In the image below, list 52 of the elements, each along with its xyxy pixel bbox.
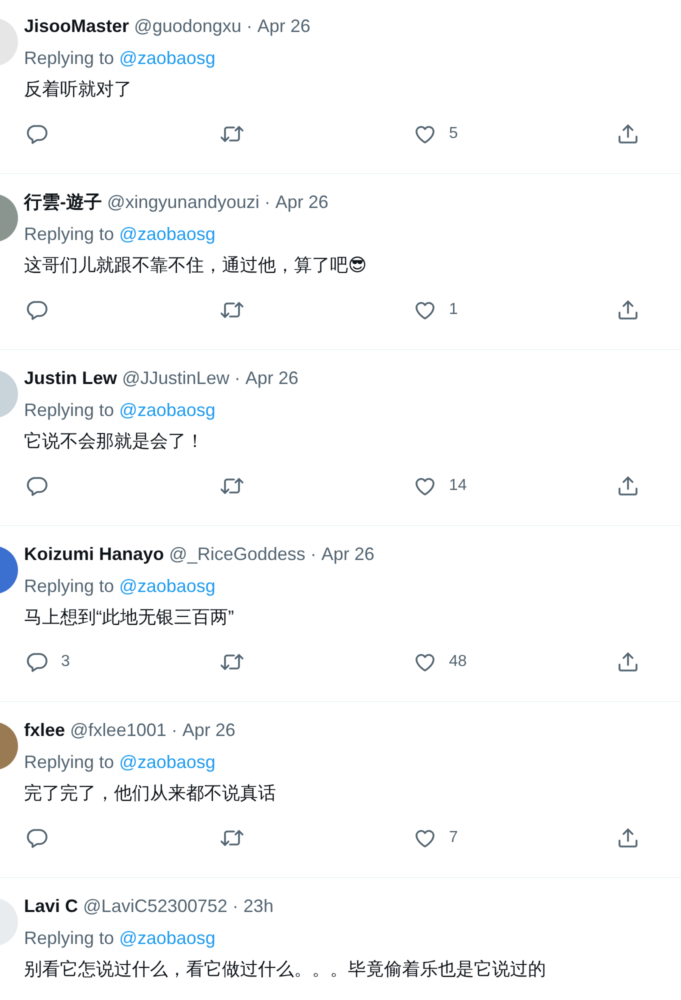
separator-dot: ·: [234, 367, 240, 390]
share-icon[interactable]: [616, 826, 640, 850]
timestamp[interactable]: 23h: [243, 894, 274, 918]
reply-icon[interactable]: [25, 650, 49, 674]
user-handle[interactable]: @fxlee1001: [70, 718, 166, 742]
tweet-text: 它说不会那就是会了！: [24, 431, 204, 451]
timestamp[interactable]: Apr 26: [275, 190, 328, 214]
replying-label: Replying to: [24, 400, 114, 420]
separator-dot: ·: [310, 543, 316, 566]
user-name[interactable]: JisooMaster: [24, 14, 130, 38]
like-count: 48: [449, 653, 467, 671]
replying-label: Replying to: [24, 576, 114, 596]
replying-label: Replying to: [24, 752, 114, 772]
share-icon[interactable]: [616, 474, 640, 498]
reply-count: 3: [61, 653, 70, 671]
like-count: 5: [449, 125, 458, 143]
separator-dot: ·: [246, 15, 252, 38]
tweet-text: 别看它怎说过什么，看它做过什么。。。毕竟偷着乐也是它说过的: [24, 959, 546, 979]
user-handle[interactable]: @xingyunandyouzi: [107, 190, 260, 214]
user-handle[interactable]: @LaviC52300752: [83, 894, 228, 918]
tweet-text: 反着听就对了: [24, 79, 132, 99]
separator-dot: ·: [264, 191, 270, 214]
share-icon[interactable]: [616, 298, 640, 322]
user-name[interactable]: fxlee: [24, 718, 66, 742]
timestamp[interactable]: Apr 26: [245, 366, 298, 390]
separator-dot: ·: [171, 719, 178, 742]
user-handle[interactable]: @_RiceGoddess: [169, 542, 306, 566]
user-name[interactable]: Lavi C: [24, 894, 78, 918]
reply-icon[interactable]: [25, 122, 49, 146]
like-count: 1: [449, 301, 458, 319]
tweet-text: 这哥们儿就跟不靠不住，通过他，算了吧😎: [24, 255, 367, 275]
timestamp[interactable]: Apr 26: [182, 718, 236, 742]
separator-dot: ·: [232, 895, 238, 918]
timestamp[interactable]: Apr 26: [321, 542, 374, 566]
share-icon[interactable]: [616, 122, 640, 146]
tweet-text: 马上想到“此地无银三百两”: [24, 607, 234, 627]
like-count: 7: [449, 829, 458, 847]
replying-label: Replying to: [24, 48, 114, 68]
replying-label: Replying to: [24, 224, 114, 244]
tweet-text: 完了完了，他们从来都不说真话: [24, 783, 276, 803]
reply-icon[interactable]: [25, 298, 49, 322]
share-icon[interactable]: [616, 650, 640, 674]
user-name[interactable]: Justin Lew: [24, 366, 118, 390]
replying-label: Replying to: [24, 928, 114, 948]
user-handle[interactable]: @JJustinLew: [122, 366, 230, 390]
timestamp[interactable]: Apr 26: [257, 14, 310, 38]
user-name[interactable]: 行雲-遊子: [24, 190, 102, 214]
like-count: 14: [449, 477, 467, 495]
user-handle[interactable]: @guodongxu: [134, 14, 242, 38]
reply-icon[interactable]: [25, 826, 49, 850]
reply-icon[interactable]: [25, 474, 49, 498]
user-name[interactable]: Koizumi Hanayo: [24, 542, 164, 566]
